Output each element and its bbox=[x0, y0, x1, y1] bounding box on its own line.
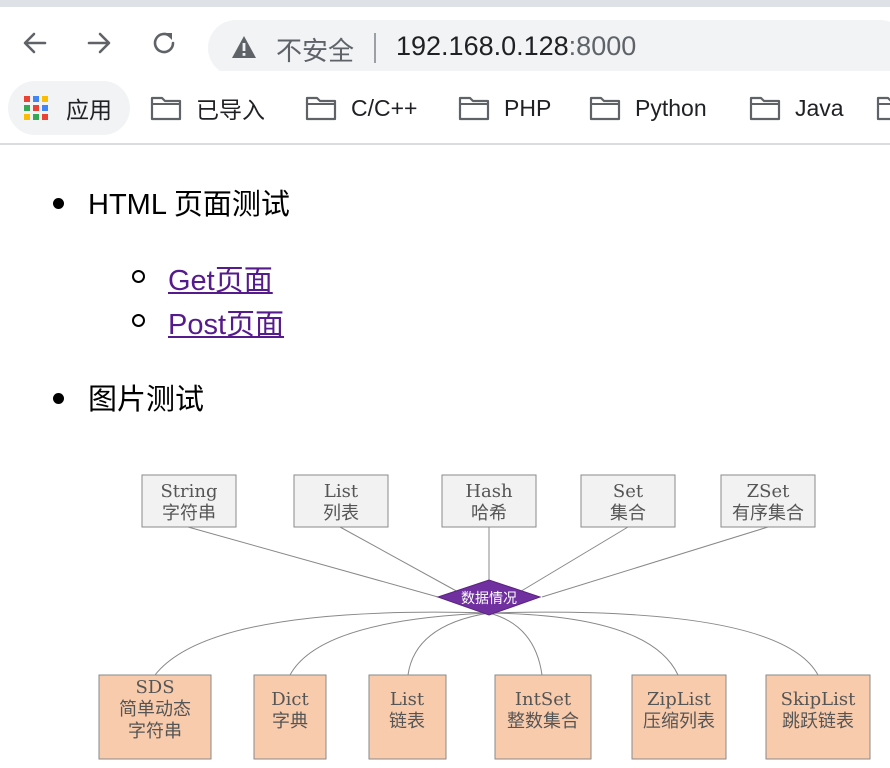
bookmark-label: 已导入 bbox=[196, 97, 265, 123]
encoding-box-skiplist: SkipList 跳跃链表 bbox=[765, 674, 871, 760]
list-circle bbox=[132, 314, 145, 327]
arrow-left-icon bbox=[23, 32, 47, 54]
connector-line bbox=[517, 526, 629, 594]
box-line2: 字符串 bbox=[162, 503, 216, 524]
encoding-box-ziplist: ZipList 压缩列表 bbox=[631, 674, 727, 760]
section-title-image: 图片测试 bbox=[88, 384, 205, 416]
url-port: :8000 bbox=[568, 31, 637, 61]
connector-curve bbox=[488, 612, 543, 676]
box-line1: Dict bbox=[271, 689, 309, 710]
apps-shortcut[interactable]: 应用 bbox=[8, 81, 130, 135]
connector-line bbox=[339, 526, 461, 594]
reload-button[interactable] bbox=[149, 28, 179, 58]
folder-icon bbox=[458, 96, 490, 121]
box-line1: List bbox=[324, 481, 359, 502]
arrow-right-icon bbox=[87, 32, 111, 54]
box-line2: 整数集合 bbox=[507, 711, 579, 732]
url-text[interactable]: 192.168.0.128:8000 bbox=[396, 31, 636, 62]
connector-curve bbox=[154, 611, 490, 676]
box-line1: List bbox=[390, 689, 425, 710]
url-host: 192.168.0.128 bbox=[396, 31, 569, 61]
forward-button[interactable] bbox=[84, 28, 114, 58]
connector-curve bbox=[488, 612, 679, 676]
box-line1: Set bbox=[613, 481, 644, 502]
page-content: HTML 页面测试 Get页面 Post页面 图片测试 String 字符串 L… bbox=[0, 145, 890, 768]
box-line2: 哈希 bbox=[471, 503, 507, 524]
connector-curve bbox=[488, 611, 819, 676]
connector-line bbox=[187, 526, 439, 598]
folder-icon bbox=[150, 96, 182, 121]
bookmarks-bar: 应用 已导入 C/C++ PHP Python Java bbox=[0, 71, 890, 145]
list-circle bbox=[132, 270, 145, 283]
folder-icon bbox=[589, 96, 621, 121]
list-bullet bbox=[53, 393, 64, 404]
bookmark-label: Python bbox=[635, 94, 707, 121]
box-line2: 字典 bbox=[272, 711, 308, 732]
bookmark-folder-cpp[interactable]: C/C++ bbox=[305, 81, 417, 135]
apps-grid-icon bbox=[24, 96, 48, 120]
type-box-list: List 列表 bbox=[293, 474, 389, 528]
address-bar[interactable]: 不安全 192.168.0.128:8000 bbox=[208, 20, 890, 76]
security-label[interactable]: 不安全 bbox=[276, 31, 354, 68]
box-line3: 字符串 bbox=[128, 721, 182, 742]
folder-icon bbox=[749, 96, 781, 121]
bookmark-folder-java[interactable]: Java bbox=[749, 81, 844, 135]
box-line2: 简单动态 bbox=[119, 699, 191, 720]
apps-label: 应用 bbox=[66, 97, 112, 123]
reload-icon bbox=[153, 32, 175, 54]
box-line2: 列表 bbox=[323, 503, 359, 524]
encoding-box-dict: Dict 字典 bbox=[253, 674, 327, 760]
bookmark-folder-more[interactable] bbox=[876, 81, 890, 135]
bookmark-folder-php[interactable]: PHP bbox=[458, 81, 551, 135]
box-line2: 跳跃链表 bbox=[782, 711, 854, 732]
redis-data-structure-diagram: String 字符串 List 列表 Hash 哈希 Set 集合 ZSet 有… bbox=[98, 474, 871, 760]
box-line1: SkipList bbox=[781, 689, 856, 710]
box-line1: ZSet bbox=[747, 481, 790, 502]
box-line1: IntSet bbox=[515, 689, 572, 710]
connector-line bbox=[541, 526, 769, 598]
box-line1: ZipList bbox=[647, 689, 712, 710]
browser-toolbar: 不安全 192.168.0.128:8000 bbox=[0, 7, 890, 76]
back-button[interactable] bbox=[20, 28, 50, 58]
type-box-hash: Hash 哈希 bbox=[441, 474, 537, 528]
folder-icon bbox=[305, 96, 337, 121]
encoding-box-intset: IntSet 整数集合 bbox=[494, 674, 592, 760]
box-line2: 有序集合 bbox=[732, 503, 804, 524]
center-label: 数据情况 bbox=[461, 591, 517, 607]
bookmark-label: C/C++ bbox=[351, 94, 418, 121]
type-box-zset: ZSet 有序集合 bbox=[720, 474, 816, 528]
connector-curve bbox=[407, 612, 490, 676]
warning-icon bbox=[232, 36, 256, 58]
bookmark-folder-imported[interactable]: 已导入 bbox=[150, 81, 265, 135]
get-page-link[interactable]: Get页面 bbox=[168, 257, 273, 299]
bookmark-label: Java bbox=[795, 94, 844, 121]
bookmark-label: PHP bbox=[504, 94, 552, 121]
encoding-box-list: List 链表 bbox=[368, 674, 447, 760]
divider bbox=[374, 33, 376, 63]
box-line2: 集合 bbox=[610, 503, 646, 524]
center-node: 数据情况 bbox=[436, 579, 542, 616]
box-line2: 压缩列表 bbox=[643, 711, 715, 732]
box-line1: Hash bbox=[465, 481, 513, 502]
box-line1: SDS bbox=[135, 677, 174, 698]
top-boxes: String 字符串 List 列表 Hash 哈希 Set 集合 ZSet 有… bbox=[141, 474, 816, 528]
connector-curve bbox=[289, 612, 490, 676]
encoding-box-sds: SDS 简单动态 字符串 bbox=[98, 674, 212, 760]
box-line2: 链表 bbox=[389, 711, 425, 732]
bottom-boxes: SDS 简单动态 字符串 Dict 字典 List 链表 IntSet 整数集合 bbox=[98, 674, 871, 760]
folder-icon bbox=[876, 96, 890, 121]
list-bullet bbox=[53, 198, 64, 209]
type-box-string: String 字符串 bbox=[141, 474, 237, 528]
post-page-link[interactable]: Post页面 bbox=[168, 301, 284, 343]
box-line1: String bbox=[160, 481, 217, 502]
bookmark-folder-python[interactable]: Python bbox=[589, 81, 707, 135]
browser-tab-strip bbox=[0, 0, 890, 7]
section-title-html: HTML 页面测试 bbox=[88, 189, 290, 221]
type-box-set: Set 集合 bbox=[580, 474, 676, 528]
